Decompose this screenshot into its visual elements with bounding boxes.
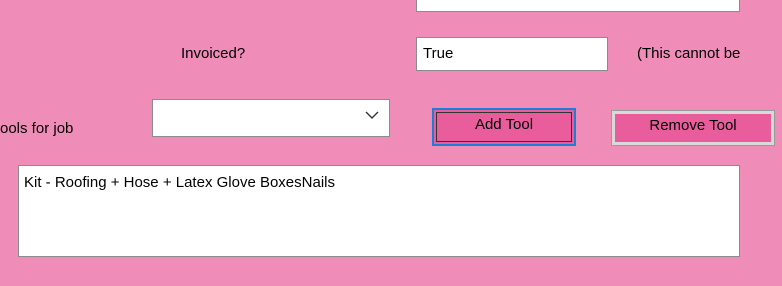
tools-label: ools for job xyxy=(0,120,74,137)
invoiced-field[interactable]: True xyxy=(416,37,608,71)
top-textbox-partial[interactable] xyxy=(416,0,740,12)
cannot-change-note: (This cannot be xyxy=(637,45,741,62)
invoiced-label: Invoiced? xyxy=(181,45,246,62)
remove-tool-button[interactable]: Remove Tool xyxy=(611,110,775,146)
tools-combo[interactable] xyxy=(152,99,390,137)
list-item[interactable]: Kit - Roofing + Hose + Latex Glove Boxes… xyxy=(24,174,734,192)
add-tool-button[interactable]: Add Tool xyxy=(432,108,576,146)
tools-listbox[interactable]: Kit - Roofing + Hose + Latex Glove Boxes… xyxy=(18,165,740,257)
chevron-down-icon[interactable] xyxy=(365,108,379,122)
remove-tool-label: Remove Tool xyxy=(615,114,771,142)
add-tool-label: Add Tool xyxy=(436,112,572,142)
